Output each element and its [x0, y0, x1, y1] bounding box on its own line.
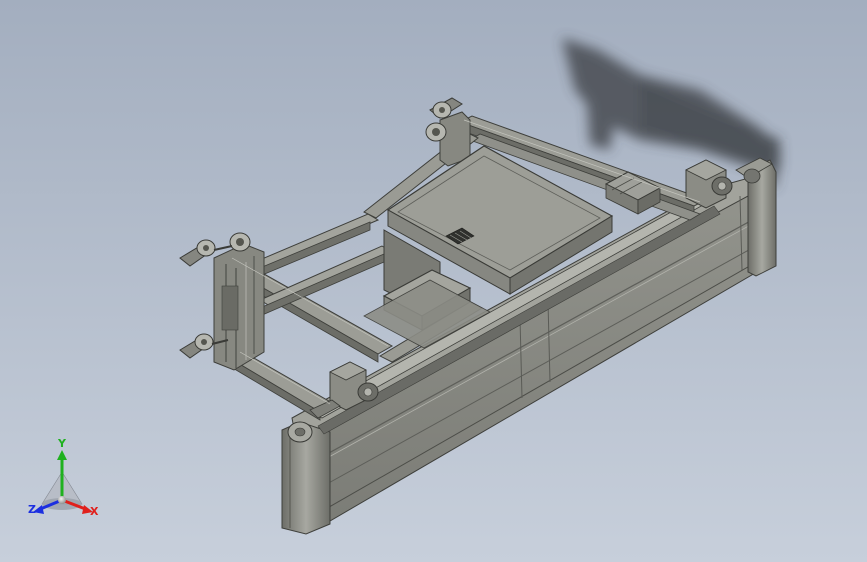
- triad-x-label: X: [90, 505, 99, 518]
- model-scene[interactable]: [0, 0, 867, 562]
- triad-z-label: Z: [28, 503, 36, 516]
- y-arrowhead: [57, 450, 67, 460]
- triad-origin: [58, 496, 66, 504]
- orientation-triad[interactable]: Y X Z: [22, 438, 112, 526]
- cad-viewport[interactable]: Y X Z: [0, 0, 867, 562]
- triad-y-label: Y: [58, 437, 66, 450]
